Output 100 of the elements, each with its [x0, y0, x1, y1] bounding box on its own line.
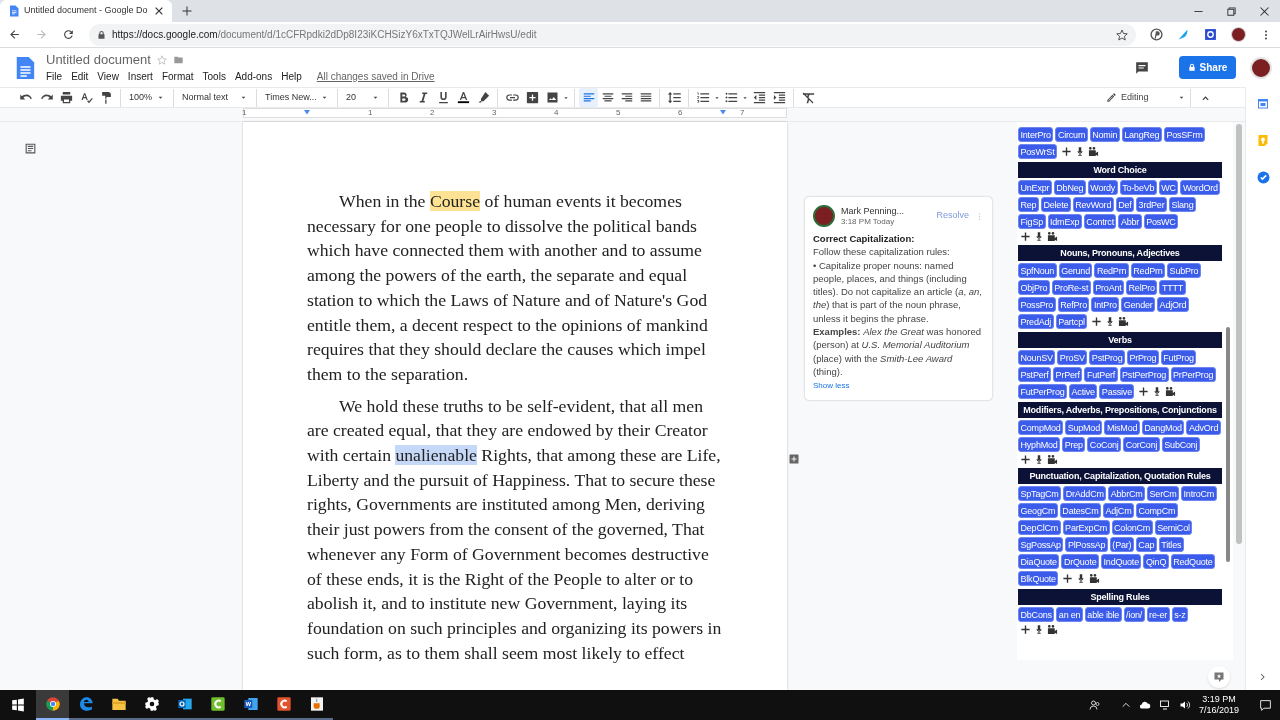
close-icon[interactable]	[154, 6, 164, 16]
rule-button[interactable]: WordOrd	[1180, 180, 1221, 195]
rule-button[interactable]: ObjPro	[1018, 280, 1050, 295]
rule-button[interactable]: AdvOrd	[1186, 420, 1221, 435]
rule-button[interactable]: TTTT	[1159, 280, 1186, 295]
rule-button[interactable]: CoConj	[1087, 437, 1122, 452]
caret-up-icon[interactable]	[1120, 700, 1131, 710]
rule-button[interactable]: DepClCm	[1018, 520, 1061, 535]
rule-button[interactable]: CorConj	[1123, 437, 1160, 452]
rule-button[interactable]: UnExpr	[1018, 180, 1052, 195]
outline-icon[interactable]	[24, 142, 37, 155]
close-icon[interactable]	[1259, 5, 1270, 17]
style-dropdown[interactable]: Normal text	[178, 88, 252, 107]
reload-icon[interactable]	[62, 28, 75, 41]
video-camera-icon[interactable]	[1089, 573, 1101, 584]
rule-button[interactable]: an en	[1056, 607, 1083, 622]
rule-button[interactable]: FigSp	[1018, 214, 1046, 229]
rule-button[interactable]: SpfNoun	[1018, 263, 1057, 278]
rule-button[interactable]: PossPro	[1018, 297, 1056, 312]
folder-icon[interactable]	[172, 54, 184, 65]
microphone-icon[interactable]	[1034, 454, 1044, 465]
people-icon[interactable]	[1088, 699, 1101, 711]
comments-icon[interactable]	[1135, 60, 1149, 75]
rule-button[interactable]: DbNeg	[1053, 180, 1086, 195]
rule-button[interactable]: Nomin	[1089, 127, 1120, 142]
indent-marker-icon[interactable]	[303, 110, 311, 116]
menu-item[interactable]: File	[46, 69, 63, 84]
numbered-list-icon[interactable]	[695, 90, 711, 105]
align-left-button[interactable]	[579, 88, 598, 107]
rule-button[interactable]: ParExpCm	[1062, 520, 1110, 535]
plus-icon[interactable]	[1020, 454, 1031, 465]
rule-button[interactable]: 3rdPer	[1136, 197, 1167, 212]
rule-button[interactable]: BlkQuote	[1018, 571, 1059, 586]
print-icon[interactable]	[58, 90, 74, 105]
rule-button[interactable]: IdmExp	[1047, 214, 1082, 229]
pin-icon[interactable]	[1150, 28, 1163, 41]
rule-button[interactable]: RevWord	[1072, 197, 1114, 212]
rule-button[interactable]: FutPerProg	[1018, 384, 1068, 399]
star-icon[interactable]	[156, 54, 167, 65]
rule-button[interactable]: GeogCm	[1018, 503, 1058, 518]
notification-icon[interactable]	[1259, 698, 1272, 712]
rule-button[interactable]: DatesCm	[1059, 503, 1101, 518]
rule-button[interactable]: IndQuote	[1101, 554, 1142, 569]
browser-tab[interactable]: Untitled document - Google Do	[0, 0, 172, 22]
rule-button[interactable]: ProAnt	[1092, 280, 1125, 295]
rule-button[interactable]: PrPerf	[1053, 367, 1083, 382]
rule-button[interactable]: Partcpl	[1055, 314, 1088, 329]
save-status-link[interactable]: All changes saved in Drive	[316, 69, 435, 84]
rule-button[interactable]: RelPro	[1126, 280, 1158, 295]
rule-button[interactable]: Gender	[1121, 297, 1156, 312]
video-camera-icon[interactable]	[1165, 386, 1177, 397]
rule-button[interactable]: Slang	[1168, 197, 1196, 212]
new-tab-icon[interactable]	[181, 5, 193, 17]
indent-marker-icon[interactable]	[719, 110, 727, 116]
rule-button[interactable]: Passive	[1099, 384, 1135, 399]
rule-button[interactable]: WC	[1158, 180, 1179, 195]
rule-button[interactable]: CompCm	[1135, 503, 1178, 518]
video-camera-icon[interactable]	[1118, 316, 1130, 327]
rule-button[interactable]: s-z	[1171, 607, 1189, 622]
extension-icon[interactable]	[1204, 28, 1217, 41]
clock-time[interactable]: 3:19 PM	[1202, 694, 1236, 705]
video-camera-icon[interactable]	[1047, 231, 1058, 242]
zoom-dropdown[interactable]: 100%	[125, 88, 169, 107]
plus-icon[interactable]	[1020, 231, 1031, 242]
rule-button[interactable]: ProRe-st	[1051, 280, 1091, 295]
rule-button[interactable]: HyphMod	[1018, 437, 1061, 452]
line-spacing-icon[interactable]	[666, 90, 682, 105]
menu-item[interactable]: Insert	[127, 69, 153, 84]
address-bar[interactable]: https://docs.google.com/document/d/1cCFRpdki2dDp8I23iKCHSizY6xTxTQJWelLrAirHwsU/edit	[89, 23, 1136, 46]
rule-button[interactable]: SemiCol	[1154, 520, 1193, 535]
decrease-indent-icon[interactable]	[751, 90, 767, 105]
rule-button[interactable]: re-er	[1146, 607, 1170, 622]
network-icon[interactable]	[1158, 699, 1171, 711]
rule-button[interactable]: ColonCm	[1111, 520, 1153, 535]
speaker-icon[interactable]	[1178, 699, 1191, 711]
restore-icon[interactable]	[1226, 5, 1237, 17]
explore-icon[interactable]	[1213, 671, 1225, 683]
document-page[interactable]	[243, 122, 787, 690]
rule-button[interactable]: Abbr	[1118, 214, 1142, 229]
rule-button[interactable]: PrProg	[1126, 350, 1159, 365]
rule-button[interactable]: PosWrSt	[1018, 144, 1057, 159]
rule-button[interactable]: PstPerProg	[1119, 367, 1169, 382]
mode-dropdown[interactable]: Editing	[1106, 88, 1186, 107]
menu-item[interactable]: View	[97, 69, 119, 84]
rule-button[interactable]: DbCons	[1018, 607, 1055, 622]
show-less-link[interactable]: Show less	[813, 380, 984, 393]
plus-icon[interactable]	[1020, 624, 1031, 635]
comment-card[interactable]	[805, 197, 992, 401]
rule-button[interactable]: (Par)	[1109, 537, 1134, 552]
rule-button[interactable]: AbbrCm	[1108, 486, 1146, 501]
rule-button[interactable]: Def	[1115, 197, 1135, 212]
resolve-button[interactable]: Resolve	[936, 209, 969, 223]
rule-button[interactable]: SubPro	[1167, 263, 1201, 278]
rule-button[interactable]: PosSFrm	[1163, 127, 1205, 142]
rule-button[interactable]: Rep	[1018, 197, 1039, 212]
feather-icon[interactable]	[1177, 28, 1190, 41]
add-comment-icon[interactable]	[524, 90, 540, 105]
plus-icon[interactable]	[1060, 146, 1072, 157]
rule-button[interactable]: Cap	[1135, 537, 1157, 552]
increase-indent-icon[interactable]	[771, 90, 787, 105]
